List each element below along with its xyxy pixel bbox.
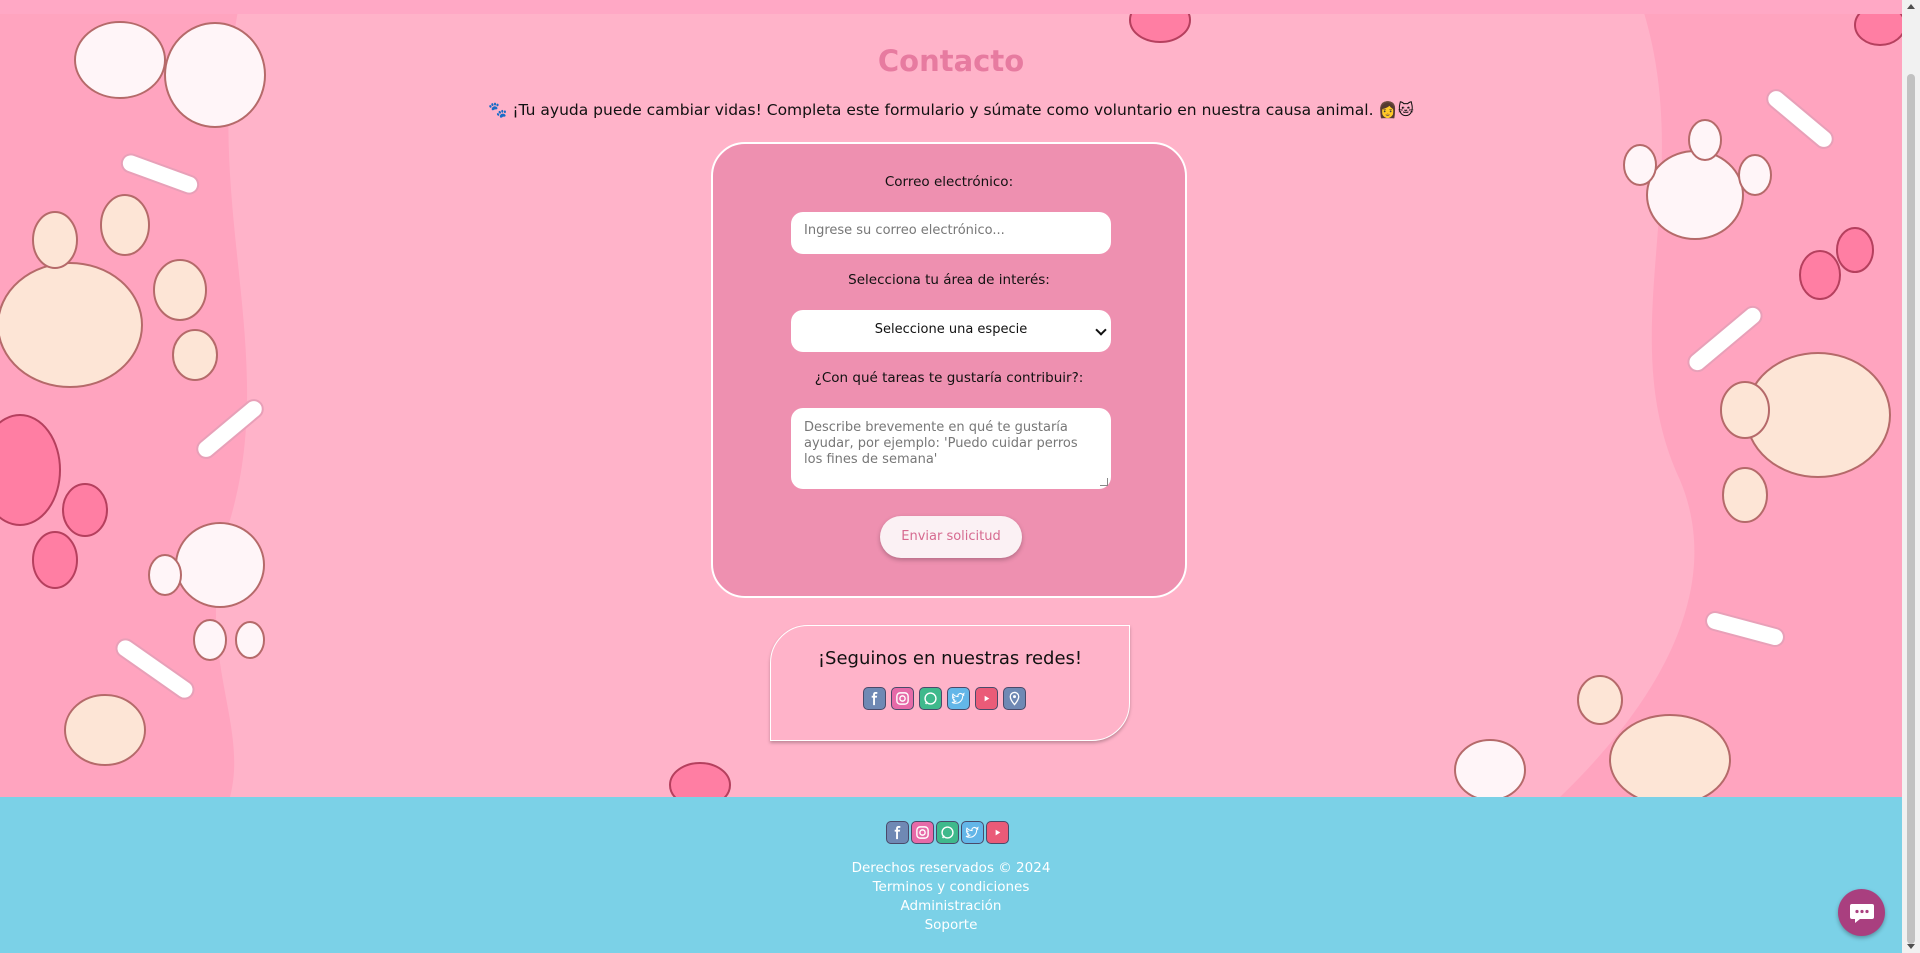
volunteer-form: Correo electrónico: Ingrese su correo el… bbox=[711, 142, 1187, 598]
interest-select[interactable]: Seleccione una especie bbox=[791, 310, 1111, 352]
twitter-icon[interactable] bbox=[961, 821, 984, 844]
youtube-icon[interactable] bbox=[986, 821, 1009, 844]
instagram-icon[interactable] bbox=[911, 821, 934, 844]
social-title: ¡Seguinos en nuestras redes! bbox=[817, 648, 1083, 669]
email-label: Correo electrónico: bbox=[884, 174, 1014, 190]
chevron-down-icon bbox=[1095, 324, 1107, 336]
location-icon[interactable] bbox=[1003, 687, 1026, 710]
page-title: Contacto bbox=[877, 44, 1025, 78]
intro-text: 🐾 ¡Tu ayuda puede cambiar vidas! Complet… bbox=[488, 101, 1414, 119]
whatsapp-icon[interactable] bbox=[936, 821, 959, 844]
resize-handle-icon[interactable] bbox=[1100, 478, 1108, 486]
chat-bubble-icon bbox=[1849, 903, 1874, 923]
chat-button[interactable] bbox=[1838, 889, 1885, 936]
footer: Derechos reservados © 2024 Terminos y co… bbox=[0, 797, 1902, 953]
admin-link[interactable]: Administración bbox=[0, 898, 1902, 914]
scrollbar-thumb[interactable] bbox=[1907, 74, 1915, 944]
tasks-textarea[interactable]: Describe brevemente en qué te gustaría a… bbox=[791, 408, 1111, 489]
social-icons bbox=[863, 687, 1026, 710]
submit-button[interactable]: Enviar solicitud bbox=[880, 516, 1022, 558]
youtube-icon[interactable] bbox=[975, 687, 998, 710]
top-bar bbox=[0, 0, 1902, 14]
tasks-label: ¿Con qué tareas te gustaría contribuir?: bbox=[814, 370, 1084, 386]
instagram-icon[interactable] bbox=[891, 687, 914, 710]
scroll-down-icon[interactable] bbox=[1907, 944, 1915, 949]
support-link[interactable]: Soporte bbox=[0, 917, 1902, 933]
whatsapp-icon[interactable] bbox=[919, 687, 942, 710]
twitter-icon[interactable] bbox=[947, 687, 970, 710]
facebook-icon[interactable] bbox=[863, 687, 886, 710]
email-field[interactable]: Ingrese su correo electrónico... bbox=[791, 212, 1111, 254]
tasks-placeholder: Describe brevemente en qué te gustaría a… bbox=[804, 420, 1078, 467]
facebook-icon[interactable] bbox=[886, 821, 909, 844]
scroll-up-icon[interactable] bbox=[1907, 4, 1915, 9]
footer-social-icons bbox=[886, 821, 1009, 844]
terms-link[interactable]: Terminos y condiciones bbox=[0, 879, 1902, 895]
social-card: ¡Seguinos en nuestras redes! bbox=[770, 625, 1130, 741]
interest-selected-value: Seleccione una especie bbox=[874, 322, 1028, 337]
copyright-text: Derechos reservados © 2024 bbox=[851, 860, 1051, 876]
interest-label: Selecciona tu área de interés: bbox=[848, 272, 1050, 288]
scrollbar[interactable] bbox=[1902, 0, 1920, 953]
